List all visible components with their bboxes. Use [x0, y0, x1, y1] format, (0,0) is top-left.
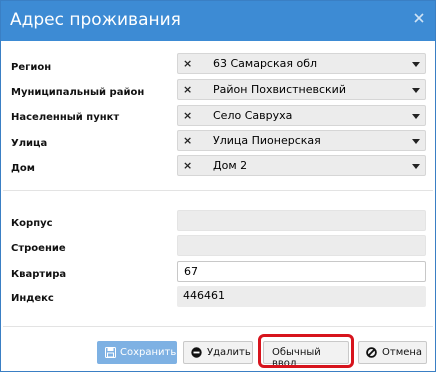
- street-value: Улица Пионерская: [213, 134, 321, 147]
- section-divider: [3, 190, 433, 191]
- house-label: Дом: [11, 163, 35, 174]
- building-field: [177, 210, 426, 231]
- region-label: Регион: [11, 62, 52, 73]
- save-icon: [105, 347, 116, 358]
- close-icon[interactable]: [413, 12, 425, 24]
- chevron-down-icon[interactable]: [412, 164, 420, 169]
- apartment-label: Квартира: [11, 269, 67, 280]
- highlight-box: [258, 334, 354, 368]
- locality-clear-icon[interactable]: ×: [183, 109, 192, 122]
- street-select[interactable]: × Улица Пионерская: [177, 130, 426, 151]
- street-clear-icon[interactable]: ×: [183, 134, 192, 147]
- postcode-value: 446461: [177, 286, 426, 307]
- district-label: Муниципальный район: [11, 87, 145, 98]
- structure-label: Строение: [11, 243, 66, 254]
- dialog-title: Адрес проживания: [10, 10, 181, 30]
- chevron-down-icon[interactable]: [412, 88, 420, 93]
- district-value: Район Похвистневский: [213, 83, 346, 96]
- chevron-down-icon[interactable]: [412, 62, 420, 67]
- postcode-label: Индекс: [11, 293, 54, 304]
- cancel-button[interactable]: Отмена: [358, 341, 427, 364]
- region-clear-icon[interactable]: ×: [183, 57, 192, 70]
- structure-field: [177, 235, 426, 256]
- district-clear-icon[interactable]: ×: [183, 83, 192, 96]
- house-value: Дом 2: [213, 159, 248, 172]
- chevron-down-icon[interactable]: [412, 114, 420, 119]
- ban-icon: [366, 347, 377, 358]
- cancel-button-label: Отмена: [382, 347, 423, 358]
- street-label: Улица: [11, 138, 48, 149]
- delete-button-label: Удалить: [207, 347, 251, 358]
- save-button-label: Сохранить: [120, 347, 177, 358]
- house-clear-icon[interactable]: ×: [183, 159, 192, 172]
- footer-divider: [3, 326, 433, 327]
- locality-value: Село Савруха: [213, 109, 293, 122]
- chevron-down-icon[interactable]: [412, 139, 420, 144]
- save-button[interactable]: Сохранить: [97, 341, 177, 364]
- district-select[interactable]: × Район Похвистневский: [177, 79, 426, 100]
- locality-label: Населенный пункт: [11, 112, 120, 123]
- house-select[interactable]: × Дом 2: [177, 155, 426, 176]
- region-value: 63 Самарская обл: [213, 57, 318, 70]
- address-dialog: Адрес проживания Регион × 63 Самарская о…: [0, 0, 436, 372]
- dialog-titlebar: Адрес проживания: [1, 1, 435, 41]
- minus-circle-icon: [191, 347, 202, 358]
- locality-select[interactable]: × Село Савруха: [177, 105, 426, 126]
- delete-button[interactable]: Удалить: [183, 341, 253, 364]
- region-select[interactable]: × 63 Самарская обл: [177, 53, 426, 74]
- apartment-input[interactable]: 67: [177, 261, 426, 282]
- building-label: Корпус: [11, 218, 53, 229]
